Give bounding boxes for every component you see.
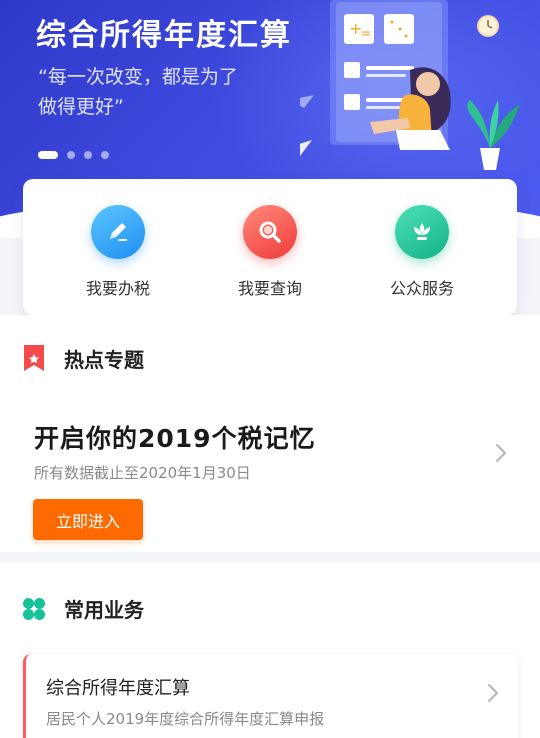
quick-actions-card: 我要办税 我要查询 公众服务: [23, 179, 517, 315]
hot-topic-title[interactable]: 开启你的2019个税记忆: [34, 419, 316, 455]
hot-topic-section: 热点专题 开启你的2019个税记忆 所有数据截止至2020年1月30日 立即进入: [0, 315, 540, 552]
tax-illustration: + =: [300, 0, 520, 170]
common-business-section: 常用业务 综合所得年度汇算 居民个人2019年度综合所得年度汇算申报: [0, 562, 540, 738]
hot-topic-subtitle: 所有数据截止至2020年1月30日: [34, 464, 251, 482]
banner-quote-line1: “每一次改变，都是为了: [38, 66, 238, 88]
section-header: 常用业务: [22, 594, 144, 623]
business-title: 综合所得年度汇算: [46, 678, 190, 699]
grid-clover-icon: [23, 597, 45, 620]
banner-quote: “每一次改变，都是为了 做得更好”: [38, 62, 268, 122]
action-public-service[interactable]: 公众服务: [367, 179, 477, 315]
carousel-dot[interactable]: [38, 151, 58, 159]
business-desc: 居民个人2019年度综合所得年度汇算申报: [46, 710, 325, 728]
business-card[interactable]: 综合所得年度汇算 居民个人2019年度综合所得年度汇算申报: [23, 654, 518, 738]
section-title: 常用业务: [64, 598, 144, 622]
carousel-indicator: [38, 151, 109, 159]
section-header: 热点专题: [22, 343, 144, 373]
enter-now-button[interactable]: 立即进入: [33, 499, 143, 540]
banner-quote-line2: 做得更好”: [38, 96, 124, 118]
svg-text:=: =: [360, 26, 372, 42]
flower-icon: [395, 205, 449, 259]
chevron-right-icon: [488, 684, 498, 702]
carousel-dot[interactable]: [67, 151, 75, 159]
action-label: 公众服务: [389, 279, 454, 298]
action-label: 我要查询: [237, 279, 302, 298]
action-pay-tax[interactable]: 我要办税: [63, 179, 173, 315]
action-query[interactable]: 我要查询: [215, 179, 325, 315]
banner-title: 综合所得年度汇算: [36, 18, 292, 53]
search-icon: [243, 205, 297, 259]
carousel-dot[interactable]: [101, 151, 109, 159]
pen-edit-icon: [91, 205, 145, 259]
action-label: 我要办税: [85, 279, 150, 298]
carousel-dot[interactable]: [84, 151, 92, 159]
bookmark-star-icon: [24, 345, 44, 371]
section-title: 热点专题: [64, 347, 144, 372]
chevron-right-icon[interactable]: [494, 442, 508, 464]
